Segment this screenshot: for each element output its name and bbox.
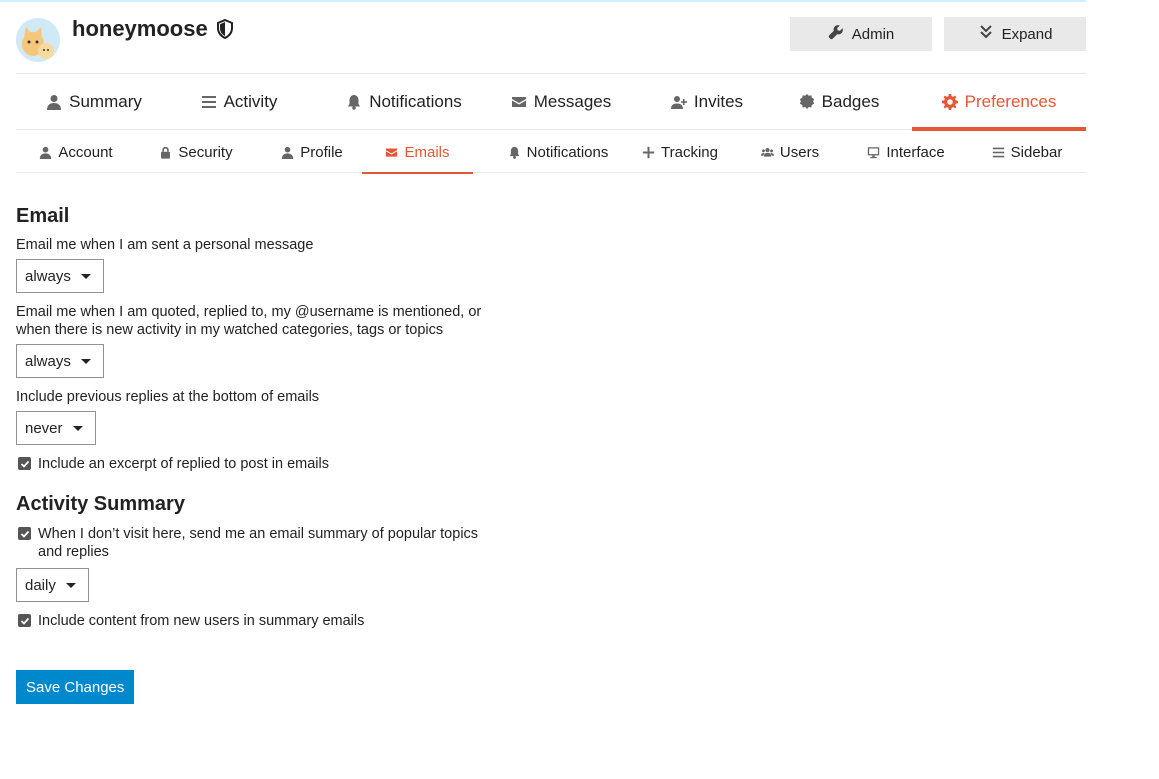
lock-icon — [161, 146, 171, 159]
tab-label: Preferences — [964, 92, 1057, 111]
excerpt-label: Include an excerpt of replied to post in… — [38, 456, 329, 472]
activity-summary-heading: Activity Summary — [16, 493, 185, 515]
expand-button-label: Expand — [1001, 25, 1053, 43]
double-chevron-down-icon — [978, 24, 994, 44]
tab-summary[interactable]: Summary — [16, 74, 172, 130]
email-section-heading: Email — [16, 205, 70, 227]
caret-down-icon — [72, 425, 83, 431]
new-users-checkbox[interactable] — [18, 614, 31, 627]
gear-icon — [941, 94, 958, 110]
bell-icon — [509, 146, 520, 159]
envelope-icon — [386, 147, 398, 157]
user-icon — [40, 146, 52, 159]
pref-tab-profile[interactable]: Profile — [272, 131, 352, 173]
digest-option: When I don’t visit here, send me an emai… — [18, 525, 498, 561]
tab-label: Emails — [404, 143, 450, 161]
bell-icon — [348, 95, 361, 110]
admin-button[interactable]: Admin — [790, 17, 932, 51]
select-value: never — [25, 419, 63, 437]
tab-preferences[interactable]: Preferences — [912, 74, 1086, 131]
digest-frequency-select[interactable]: daily — [16, 568, 89, 602]
pref-tab-tracking[interactable]: Tracking — [638, 131, 722, 173]
tab-label: Summary — [69, 92, 142, 111]
pref-tab-security[interactable]: Security — [150, 131, 242, 173]
shield-icon — [216, 18, 234, 40]
preferences-nav: Account Security Profile Emails Notifica… — [16, 131, 1086, 174]
bars-icon — [992, 147, 1004, 157]
mentions-select[interactable]: always — [16, 344, 104, 378]
tab-label: Interface — [886, 143, 945, 161]
pref-tab-account[interactable]: Account — [16, 131, 136, 173]
admin-button-label: Admin — [851, 25, 895, 43]
tab-label: Account — [58, 143, 113, 161]
tab-label: Activity — [223, 92, 278, 111]
avatar[interactable] — [16, 18, 60, 62]
checkmark-icon — [20, 460, 29, 468]
tab-label: Security — [178, 143, 233, 161]
tab-label: Messages — [533, 92, 612, 111]
list-icon — [201, 96, 216, 108]
envelope-icon — [511, 97, 526, 107]
digest-label: When I don’t visit here, send me an emai… — [38, 526, 479, 560]
desktop-icon — [868, 146, 880, 158]
certificate-icon — [799, 94, 814, 109]
excerpt-option: Include an excerpt of replied to post in… — [18, 455, 518, 473]
new-users-option: Include content from new users in summar… — [18, 612, 518, 630]
tab-label: Notifications — [369, 92, 462, 111]
user-header: honeymoose Admin Expand — [16, 14, 1086, 74]
wrench-icon — [828, 24, 844, 44]
select-value: daily — [25, 576, 56, 594]
tab-badges[interactable]: Badges — [788, 74, 890, 130]
previous-replies-select[interactable]: never — [16, 411, 96, 445]
pref-tab-emails[interactable]: Emails — [362, 131, 473, 174]
new-users-label: Include content from new users in summar… — [38, 613, 365, 629]
digest-checkbox[interactable] — [18, 527, 31, 540]
user-icon — [47, 95, 62, 110]
caret-down-icon — [80, 358, 91, 364]
checkmark-icon — [20, 530, 29, 538]
tab-label: Badges — [821, 92, 880, 111]
top-accent-line — [0, 0, 1086, 2]
tab-label: Notifications — [526, 143, 609, 161]
tab-invites[interactable]: Invites — [656, 74, 758, 130]
tab-label: Users — [779, 143, 820, 161]
expand-button[interactable]: Expand — [944, 17, 1086, 51]
mentions-label: Email me when I am quoted, replied to, m… — [16, 304, 482, 338]
personal-message-label: Email me when I am sent a personal messa… — [16, 237, 314, 253]
tab-messages[interactable]: Messages — [502, 74, 620, 130]
user-main-nav: Summary Activity Notifications Messages … — [16, 74, 1086, 131]
previous-replies-label: Include previous replies at the bottom o… — [16, 389, 320, 405]
caret-down-icon — [65, 582, 76, 588]
username-row: honeymoose — [72, 16, 234, 42]
pref-tab-interface[interactable]: Interface — [862, 131, 950, 173]
user-plus-icon — [670, 96, 687, 109]
tab-activity[interactable]: Activity — [172, 74, 306, 130]
save-changes-button[interactable]: Save Changes — [16, 670, 135, 704]
personal-message-select[interactable]: always — [16, 259, 104, 293]
users-icon — [760, 147, 774, 157]
pref-tab-sidebar[interactable]: Sidebar — [984, 131, 1070, 173]
select-value: always — [25, 352, 71, 370]
username: honeymoose — [72, 16, 208, 41]
select-value: always — [25, 267, 71, 285]
tab-label: Invites — [693, 92, 744, 111]
plus-icon — [642, 146, 655, 158]
caret-down-icon — [80, 273, 91, 279]
user-icon — [282, 146, 294, 159]
pref-tab-notifications[interactable]: Notifications — [488, 131, 628, 173]
excerpt-checkbox[interactable] — [18, 457, 31, 470]
tab-label: Profile — [300, 143, 343, 161]
tab-notifications[interactable]: Notifications — [306, 74, 502, 130]
tab-label: Sidebar — [1010, 143, 1063, 161]
checkmark-icon — [20, 617, 29, 625]
tab-label: Tracking — [661, 143, 718, 161]
pref-tab-users[interactable]: Users — [758, 131, 822, 173]
